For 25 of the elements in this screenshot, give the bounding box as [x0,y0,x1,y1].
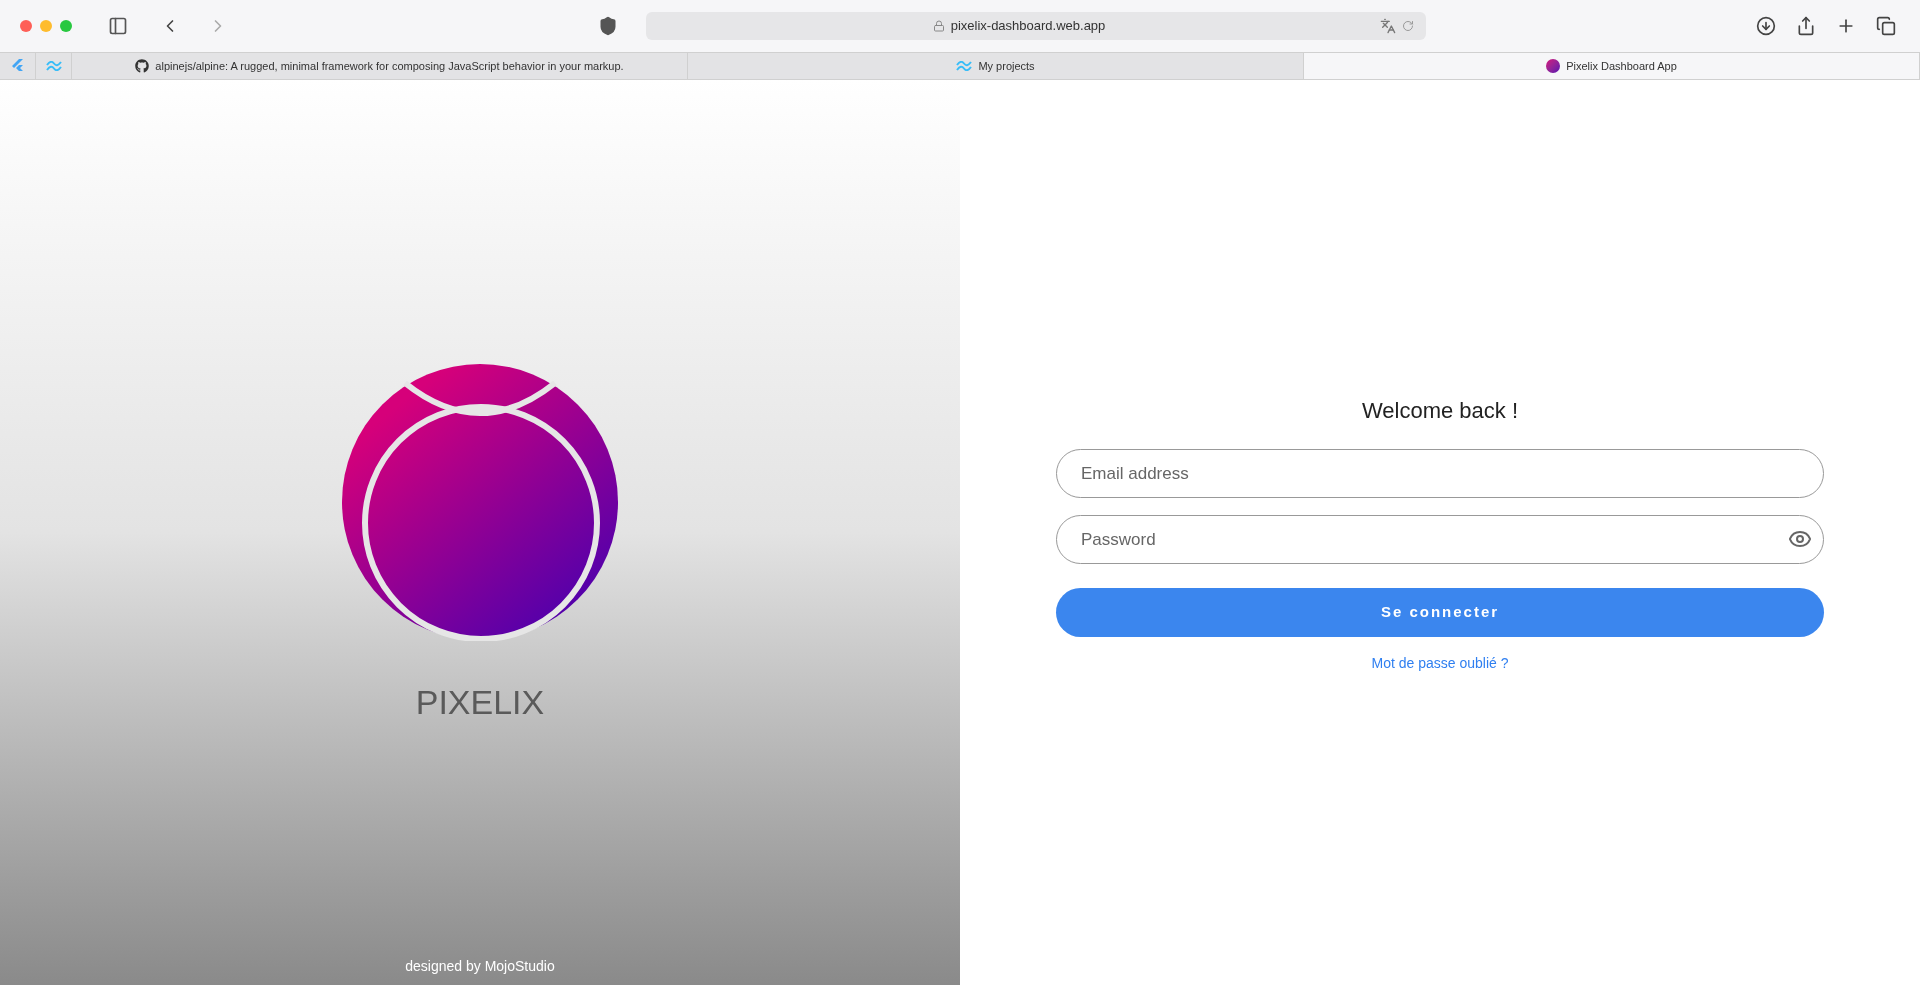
share-icon[interactable] [1796,16,1816,36]
browser-tab[interactable]: alpinejs/alpine: A rugged, minimal framework for composing JavaScript behavior in your markup. [72,53,688,79]
shield-icon[interactable] [598,16,618,36]
wave-logo-icon [956,61,973,71]
brand-name: PIXELIX [415,682,545,723]
translate-icon[interactable] [1380,18,1396,34]
github-icon [135,59,150,73]
chevron-logo-icon [11,59,24,73]
sidebar-icon[interactable] [108,16,128,36]
tab-overview-icon[interactable] [1876,16,1896,36]
download-icon[interactable] [1756,16,1776,36]
lock-icon [932,20,945,32]
address-bar[interactable]: pixelix-dashboard.web.app [646,12,1426,40]
login-button[interactable]: Se connecter [1056,588,1824,637]
wave-logo-icon [45,61,62,71]
url-text: pixelix-dashboard.web.app [950,17,1106,36]
credit-text: designed by MojoStudio [405,957,555,976]
browser-tab[interactable]: My projects [688,53,1304,79]
pixelix-logo-icon [341,363,619,641]
forgot-password-link[interactable]: Mot de passe oublié ? [1371,653,1509,674]
welcome-title: Welcome back ! [1361,397,1519,425]
browser-tab[interactable]: Pixelix Dashboard App [1304,53,1920,79]
email-field[interactable]: Email address [1056,449,1824,498]
password-field[interactable]: Password [1056,515,1824,564]
close-window-icon[interactable] [20,20,32,32]
